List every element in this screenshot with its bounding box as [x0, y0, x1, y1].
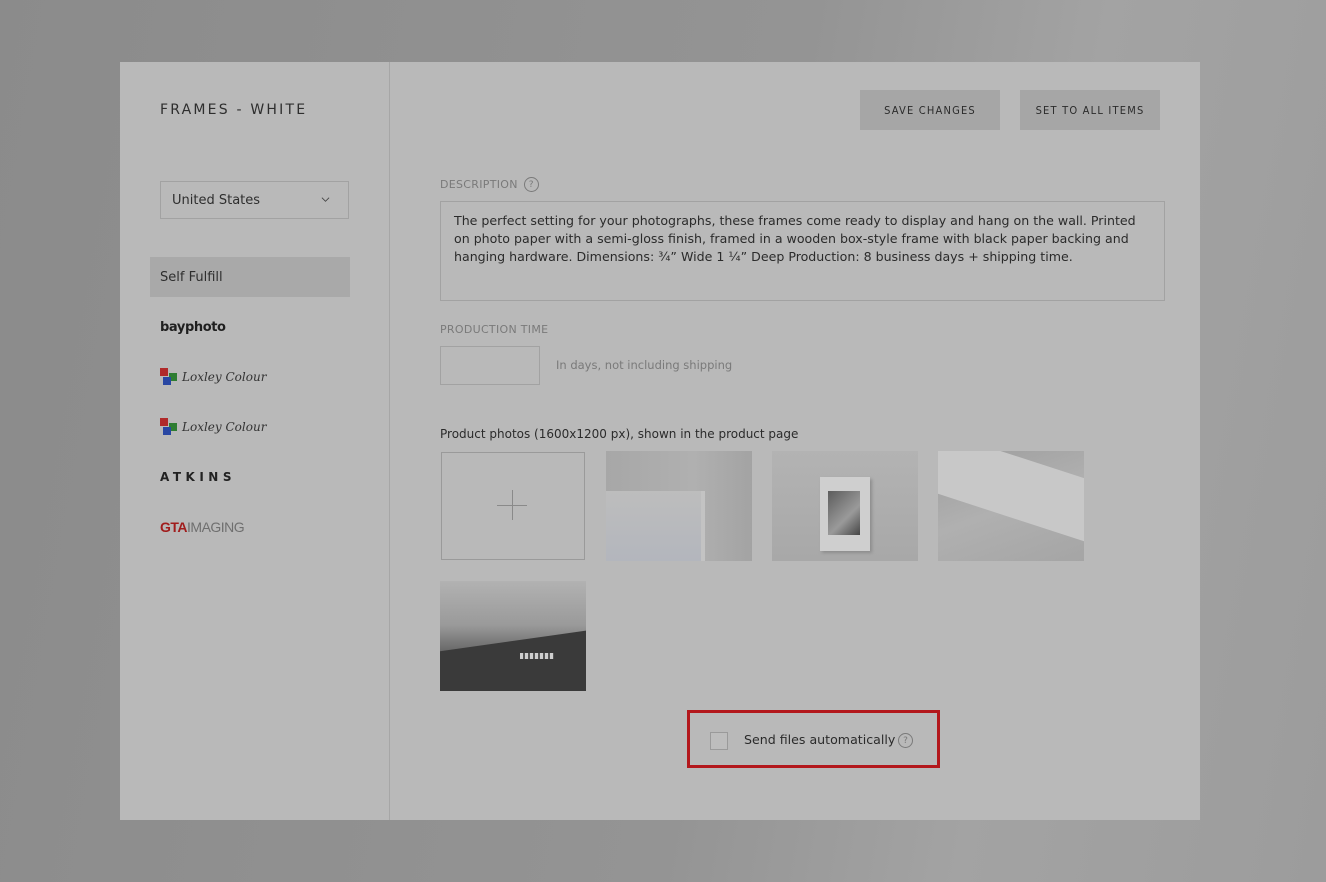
country-select-value: United States	[172, 192, 261, 208]
help-icon[interactable]: ?	[898, 733, 913, 748]
product-photo-thumbnail[interactable]	[772, 451, 918, 561]
imaging-logo-part: IMAGING	[187, 519, 245, 535]
vendor-item-bayphoto[interactable]: bayphoto	[150, 307, 350, 347]
description-label-text: DESCRIPTION	[440, 178, 518, 191]
production-time-label: PRODUCTION TIME	[440, 323, 548, 336]
loxley-colour-logo-text: Loxley Colour	[182, 420, 267, 434]
gta-logo-part: GTA	[160, 519, 188, 535]
gta-imaging-logo: GTAIMAGING	[160, 519, 245, 535]
vendor-item-loxley-colour[interactable]: Loxley Colour	[150, 357, 350, 397]
send-files-label[interactable]: Send files automatically	[744, 732, 895, 747]
vendor-list: Self Fulfill bayphoto Loxley Colour Loxl…	[150, 257, 350, 557]
loxley-colour-logo: Loxley Colour	[160, 368, 266, 386]
set-to-all-items-button[interactable]: SET TO ALL ITEMS	[1020, 90, 1160, 130]
vendor-item-gta-imaging[interactable]: GTAIMAGING	[150, 507, 350, 547]
vendor-item-loxley-colour-2[interactable]: Loxley Colour	[150, 407, 350, 447]
product-title: FRAMES - WHITE	[160, 102, 308, 118]
product-photo-thumbnail[interactable]	[938, 451, 1084, 561]
chevron-down-icon	[321, 197, 330, 202]
production-time-hint: In days, not including shipping	[556, 358, 733, 372]
add-photo-button[interactable]	[441, 452, 585, 560]
save-changes-button[interactable]: SAVE CHANGES	[860, 90, 1000, 130]
vendor-item-atkins[interactable]: ATKINS	[150, 457, 350, 497]
production-time-input[interactable]	[440, 346, 540, 385]
vendor-item-label: Self Fulfill	[160, 269, 223, 285]
product-photo-thumbnail[interactable]	[440, 581, 586, 691]
main-panel: SAVE CHANGES SET TO ALL ITEMS DESCRIPTIO…	[390, 62, 1200, 820]
description-label: DESCRIPTION ?	[440, 177, 539, 192]
loxley-mark-icon	[160, 368, 177, 385]
production-time-label-text: PRODUCTION TIME	[440, 323, 549, 336]
product-settings-modal: FRAMES - WHITE United States Self Fulfil…	[120, 62, 1200, 820]
country-select[interactable]: United States	[160, 181, 349, 219]
loxley-mark-icon	[160, 418, 177, 435]
sidebar: FRAMES - WHITE United States Self Fulfil…	[120, 62, 390, 820]
loxley-colour-logo: Loxley Colour	[160, 418, 266, 436]
atkins-logo: ATKINS	[160, 470, 236, 484]
send-files-checkbox[interactable]	[710, 732, 728, 750]
product-photos-label: Product photos (1600x1200 px), shown in …	[440, 427, 799, 441]
product-photo-thumbnail[interactable]	[606, 451, 752, 561]
description-textarea[interactable]: The perfect setting for your photographs…	[440, 201, 1165, 301]
bayphoto-logo: bayphoto	[160, 319, 226, 335]
send-files-highlight: Send files automatically ?	[687, 710, 940, 768]
loxley-colour-logo-text: Loxley Colour	[182, 370, 267, 384]
vendor-item-self-fulfill[interactable]: Self Fulfill	[150, 257, 350, 297]
help-icon[interactable]: ?	[523, 177, 539, 192]
